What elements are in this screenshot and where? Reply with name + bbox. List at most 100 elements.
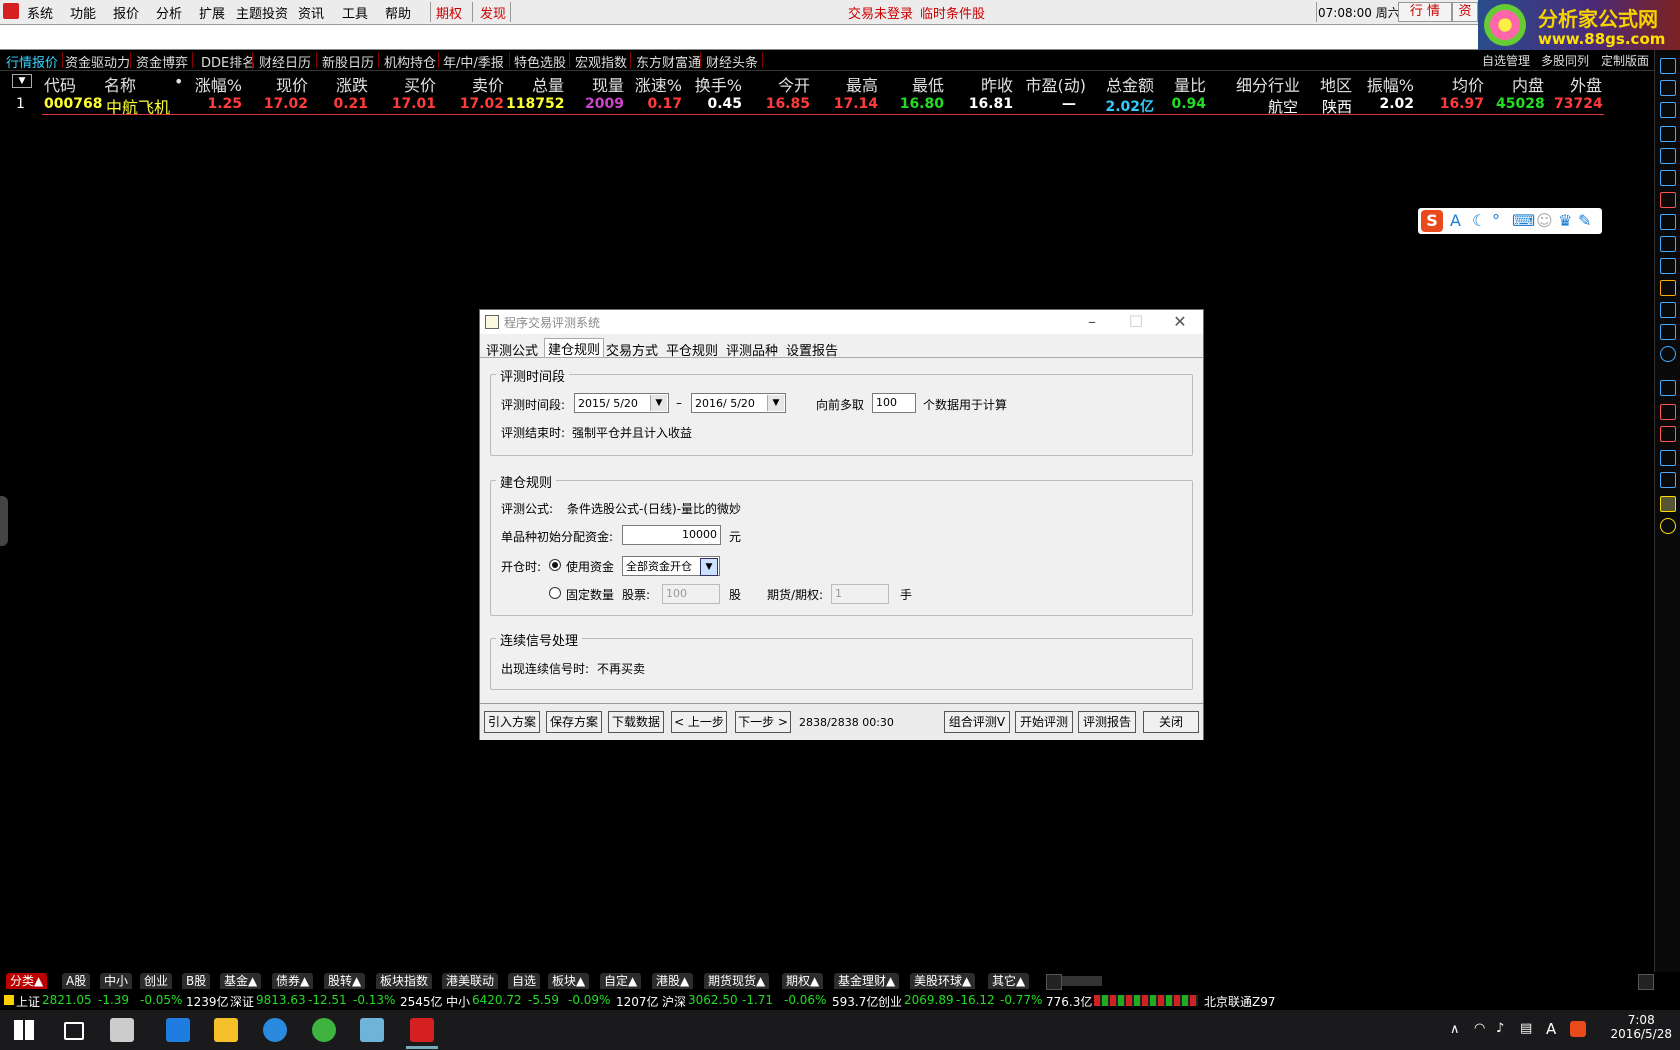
column-menu-icon[interactable]: ▼ xyxy=(12,74,32,88)
col-name[interactable]: 名称 xyxy=(104,72,136,96)
col-price[interactable]: 现价 xyxy=(260,72,308,96)
col-volume-ratio[interactable]: 量比 xyxy=(1166,72,1206,96)
use-fund-label[interactable]: 使用资金 xyxy=(566,558,614,575)
menu-discover[interactable]: 发现 xyxy=(480,3,506,22)
server-name[interactable]: 北京联通Z97 xyxy=(1204,993,1276,1010)
tab-macro-index[interactable]: 宏观指数 xyxy=(575,52,627,71)
app-icon[interactable] xyxy=(110,1018,134,1042)
message-icon[interactable]: ▤ xyxy=(1520,1021,1532,1036)
toolbar-f10-icon[interactable] xyxy=(1660,236,1676,252)
stock-qty-input[interactable]: 100 xyxy=(662,584,720,604)
sogou-tray-icon[interactable] xyxy=(1570,1021,1586,1037)
command-input[interactable] xyxy=(0,25,1478,50)
toolbar-news-icon[interactable] xyxy=(1660,214,1676,230)
import-plan-button[interactable]: 引入方案 xyxy=(484,711,540,733)
menu-tools[interactable]: 工具 xyxy=(342,3,368,22)
index-name[interactable]: 上证 xyxy=(16,993,40,1010)
close-button[interactable]: 关闭 xyxy=(1143,711,1199,733)
toolbar-line-chart-icon[interactable] xyxy=(1660,170,1676,186)
toolbar-split-icon[interactable] xyxy=(1660,126,1676,142)
tab-finance-calendar[interactable]: 财经日历 xyxy=(259,52,311,71)
col-industry[interactable]: 细分行业 xyxy=(1230,72,1300,96)
col-speed[interactable]: 涨速% xyxy=(630,72,682,96)
notebook-app-icon[interactable] xyxy=(360,1018,384,1042)
toolbar-wallet-icon[interactable] xyxy=(1660,496,1676,512)
menu-system[interactable]: 系统 xyxy=(27,3,53,22)
toolbar-up-icon[interactable] xyxy=(1660,58,1676,74)
toolbar-folder-icon[interactable] xyxy=(1660,380,1676,396)
sector-tab[interactable]: 分类▲ xyxy=(6,973,48,989)
menu-analysis[interactable]: 分析 xyxy=(156,3,182,22)
menu-options[interactable]: 期权 xyxy=(436,3,462,22)
stock-code[interactable]: 000768 xyxy=(44,96,102,112)
col-bid[interactable]: 买价 xyxy=(388,72,436,96)
wrench-icon[interactable]: ✎ xyxy=(1578,211,1591,230)
scroll-left-icon[interactable] xyxy=(1046,974,1062,990)
sector-tab[interactable]: 港美联动 xyxy=(442,973,499,989)
toolbar-f12-icon[interactable] xyxy=(1660,302,1676,318)
fund-mode-dropdown-icon[interactable]: ▼ xyxy=(700,558,718,576)
skin-icon[interactable]: ♛ xyxy=(1558,211,1572,230)
col-prev-close[interactable]: 昨收 xyxy=(965,72,1013,96)
col-code[interactable]: 代码 xyxy=(44,72,76,96)
eval-report-button[interactable]: 评测报告 xyxy=(1078,711,1136,733)
keyboard-icon[interactable]: ⌨ xyxy=(1512,211,1535,230)
tab-ipo-calendar[interactable]: 新股日历 xyxy=(322,52,374,71)
toolbar-table-icon[interactable] xyxy=(1660,148,1676,164)
stock-app-icon[interactable] xyxy=(410,1018,434,1042)
edge-browser-icon[interactable] xyxy=(166,1018,190,1042)
tab-institution-holdings[interactable]: 机构持仓 xyxy=(384,52,436,71)
toolbar-arrow-icon[interactable] xyxy=(1660,472,1676,488)
col-outer[interactable]: 外盘 xyxy=(1554,72,1602,96)
user-icon[interactable]: ☺ xyxy=(1536,211,1553,230)
col-high[interactable]: 最高 xyxy=(830,72,878,96)
lookback-input[interactable]: 100 xyxy=(872,393,916,413)
toolbar-etf-icon[interactable] xyxy=(1660,450,1676,466)
col-pe[interactable]: 市盈(动) xyxy=(1024,72,1087,96)
wifi-icon[interactable]: ◠ xyxy=(1474,1021,1485,1036)
browser-360-icon[interactable] xyxy=(312,1018,336,1042)
minimize-icon[interactable]: – xyxy=(1070,310,1114,334)
sector-scrollbar[interactable] xyxy=(1062,976,1102,986)
dialog-titlebar[interactable]: 程序交易评测系统 – ☐ ✕ xyxy=(480,310,1203,334)
ime-indicator[interactable]: A xyxy=(1546,1020,1556,1038)
tab-custom-layout[interactable]: 定制版面 xyxy=(1601,52,1649,69)
toolbar-f10b-icon[interactable] xyxy=(1660,324,1676,340)
toolbar-circle-icon[interactable] xyxy=(1660,346,1676,362)
index-name[interactable]: 创业 xyxy=(878,993,902,1010)
end-date-picker[interactable]: 2016/ 5/20 ▼ xyxy=(691,393,786,413)
menu-quote[interactable]: 报价 xyxy=(113,3,139,22)
combo-eval-button[interactable]: 组合评测V xyxy=(944,711,1010,733)
col-avg-price[interactable]: 均价 xyxy=(1436,72,1484,96)
k-app-icon[interactable] xyxy=(263,1018,287,1042)
trade-status[interactable]: 交易未登录 xyxy=(848,3,913,22)
toolbar-dice-icon[interactable] xyxy=(1660,426,1676,442)
sector-tab[interactable]: 中小 xyxy=(100,973,133,989)
menu-function[interactable]: 功能 xyxy=(70,3,96,22)
tab-quotes[interactable]: 行情报价 xyxy=(6,52,58,71)
fixed-qty-label[interactable]: 固定数量 xyxy=(566,586,614,603)
sector-tab[interactable]: 板块▲ xyxy=(548,973,590,989)
tab-entry-rules[interactable]: 建仓规则 xyxy=(544,338,605,358)
menu-theme-invest[interactable]: 主题投资 xyxy=(236,3,288,22)
start-date-picker[interactable]: 2015/ 5/20 ▼ xyxy=(574,393,669,413)
tray-clock[interactable]: 7:08 2016/5/28 xyxy=(1610,1013,1672,1041)
col-change[interactable]: 涨跌 xyxy=(320,72,368,96)
save-plan-button[interactable]: 保存方案 xyxy=(546,711,602,733)
tab-reports[interactable]: 年/中/季报 xyxy=(443,52,504,71)
sector-tab[interactable]: 期货现货▲ xyxy=(704,973,770,989)
ime-lang-icon[interactable]: A xyxy=(1450,211,1461,230)
sector-tab[interactable]: 美股环球▲ xyxy=(910,973,976,989)
index-name[interactable]: 深证 xyxy=(230,993,254,1010)
scroll-right-icon[interactable] xyxy=(1638,974,1654,990)
start-button-icon[interactable] xyxy=(14,1020,34,1040)
prev-step-button[interactable]: < 上一步 xyxy=(671,711,727,733)
col-turnover[interactable]: 换手% xyxy=(690,72,742,96)
tab-watchlist-manage[interactable]: 自选管理 xyxy=(1482,52,1530,69)
sector-tab[interactable]: B股 xyxy=(182,973,211,989)
capital-input[interactable]: 10000 xyxy=(622,525,721,545)
toolbar-kline-icon[interactable] xyxy=(1660,192,1676,208)
sector-tab[interactable]: 期权▲ xyxy=(782,973,824,989)
col-volume[interactable]: 总量 xyxy=(516,72,564,96)
start-eval-button[interactable]: 开始评测 xyxy=(1015,711,1073,733)
